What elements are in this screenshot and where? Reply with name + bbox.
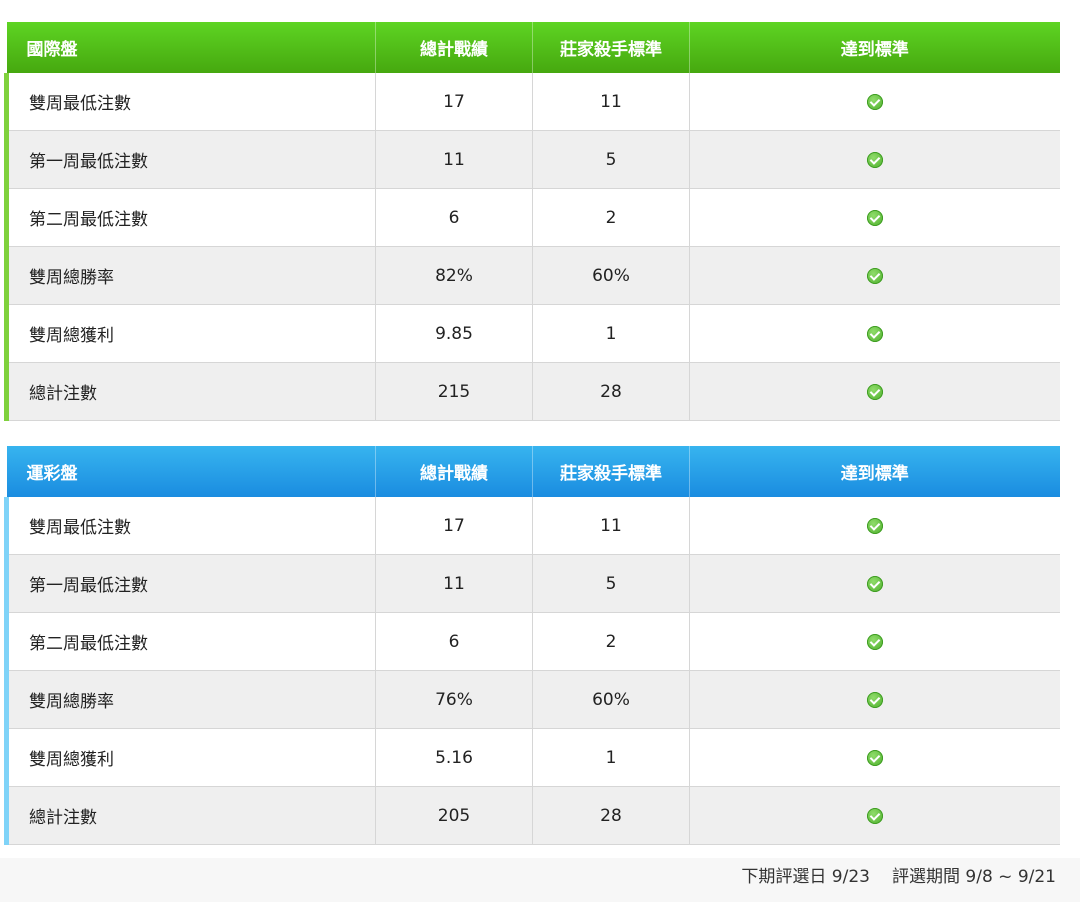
check-circle-icon [866,517,883,534]
header-met: 達到標準 [689,446,1060,497]
row-label: 雙周總獲利 [4,728,376,787]
row-label: 雙周總勝率 [4,670,376,729]
row-standard: 28 [532,362,690,421]
table-row: 第二周最低注數 6 2 [4,188,1060,247]
row-met [689,497,1060,555]
check-circle-icon [866,151,883,168]
row-total: 6 [375,612,533,671]
header-category: 國際盤 [6,22,376,73]
row-standard: 1 [532,728,690,787]
row-met [689,362,1060,421]
international-table: 國際盤 總計戰績 莊家殺手標準 達到標準 雙周最低注數 17 11 第一周最低注… [4,22,1060,421]
table-row: 雙周最低注數 17 11 [4,497,1060,555]
international-table-panel: 國際盤 總計戰績 莊家殺手標準 達到標準 雙周最低注數 17 11 第一周最低注… [4,22,1060,421]
table-row: 雙周總獲利 5.16 1 [4,728,1060,787]
check-circle-icon [866,325,883,342]
row-label: 雙周最低注數 [4,497,376,555]
row-label: 第一周最低注數 [4,130,376,189]
row-label: 雙周總獲利 [4,304,376,363]
row-total: 82% [375,246,533,305]
row-met [689,728,1060,787]
row-met [689,130,1060,189]
header-total-record: 總計戰績 [375,22,533,73]
table-row: 總計注數 215 28 [4,362,1060,421]
row-total: 5.16 [375,728,533,787]
row-total: 11 [375,130,533,189]
row-total: 6 [375,188,533,247]
table-row: 第二周最低注數 6 2 [4,612,1060,671]
check-circle-icon [866,633,883,650]
row-met [689,786,1060,845]
table-row: 總計注數 205 28 [4,786,1060,845]
table-row: 雙周總獲利 9.85 1 [4,304,1060,363]
check-circle-icon [866,807,883,824]
row-total: 76% [375,670,533,729]
row-standard: 5 [532,130,690,189]
row-label: 總計注數 [4,786,376,845]
row-met [689,612,1060,671]
check-circle-icon [866,749,883,766]
row-total: 215 [375,362,533,421]
header-total-record: 總計戰績 [375,446,533,497]
row-standard: 11 [532,73,690,131]
check-circle-icon [866,691,883,708]
row-total: 17 [375,73,533,131]
table-row: 雙周總勝率 82% 60% [4,246,1060,305]
row-label: 第二周最低注數 [4,188,376,247]
selection-period: 評選期間 9/8 ~ 9/21 [892,867,1056,887]
footer-info: 下期評選日 9/23 評選期間 9/8 ~ 9/21 [741,862,1056,887]
row-label: 雙周總勝率 [4,246,376,305]
row-label: 總計注數 [4,362,376,421]
sports-lottery-table-panel: 運彩盤 總計戰績 莊家殺手標準 達到標準 雙周最低注數 17 11 第一周最低注… [4,446,1060,845]
footer-bar: 下期評選日 9/23 評選期間 9/8 ~ 9/21 [0,858,1080,902]
row-met [689,188,1060,247]
row-standard: 11 [532,497,690,555]
row-label: 第二周最低注數 [4,612,376,671]
row-standard: 1 [532,304,690,363]
table-header-row: 國際盤 總計戰績 莊家殺手標準 達到標準 [6,22,1060,73]
row-standard: 5 [532,554,690,613]
row-label: 雙周最低注數 [4,73,376,131]
row-total: 9.85 [375,304,533,363]
row-met [689,554,1060,613]
table-row: 雙周總勝率 76% 60% [4,670,1060,729]
check-circle-icon [866,575,883,592]
check-circle-icon [866,383,883,400]
row-met [689,304,1060,363]
row-standard: 28 [532,786,690,845]
row-met [689,670,1060,729]
table-row: 第一周最低注數 11 5 [4,130,1060,189]
table-row: 雙周最低注數 17 11 [4,73,1060,131]
row-standard: 2 [532,188,690,247]
check-circle-icon [866,267,883,284]
row-standard: 2 [532,612,690,671]
header-category: 運彩盤 [6,446,376,497]
table-row: 第一周最低注數 11 5 [4,554,1060,613]
row-standard: 60% [532,246,690,305]
row-total: 11 [375,554,533,613]
check-circle-icon [866,209,883,226]
row-met [689,246,1060,305]
header-standard: 莊家殺手標準 [532,446,690,497]
row-label: 第一周最低注數 [4,554,376,613]
page: 國際盤 總計戰績 莊家殺手標準 達到標準 雙周最低注數 17 11 第一周最低注… [0,0,1080,902]
row-total: 17 [375,497,533,555]
row-total: 205 [375,786,533,845]
sports-lottery-table: 運彩盤 總計戰績 莊家殺手標準 達到標準 雙周最低注數 17 11 第一周最低注… [4,446,1060,845]
table-header-row: 運彩盤 總計戰績 莊家殺手標準 達到標準 [6,446,1060,497]
header-met: 達到標準 [689,22,1060,73]
row-met [689,73,1060,131]
header-standard: 莊家殺手標準 [532,22,690,73]
row-standard: 60% [532,670,690,729]
next-selection-date: 下期評選日 9/23 [741,867,870,887]
check-circle-icon [866,93,883,110]
